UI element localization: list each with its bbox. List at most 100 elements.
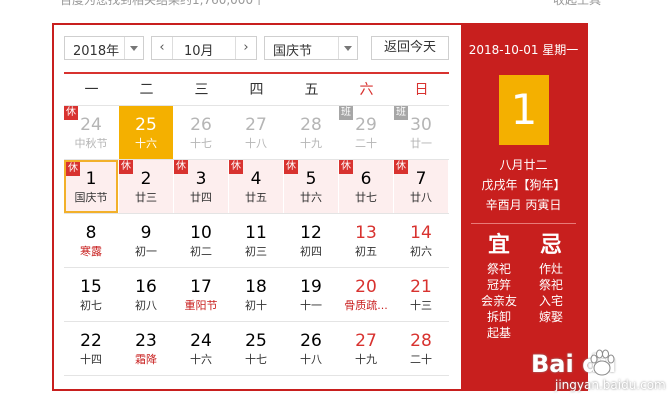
day-number: 10 — [190, 223, 212, 243]
chevron-down-icon — [338, 37, 357, 59]
lunar-label: 国庆节 — [74, 191, 108, 204]
ji-item: 作灶 — [538, 262, 563, 276]
calendar-widget: 2018年 ‹ 10月 › 国庆节 返回今天 一 二 三 四 五 六 日 休 2… — [52, 23, 588, 391]
calendar-day-cell[interactable]: 25 十七 — [229, 322, 283, 375]
calendar-day-cell[interactable]: 17 重阳节 — [174, 268, 228, 321]
month-select-value: 10月 — [184, 44, 214, 59]
calendar-day-cell[interactable]: 19 十一 — [284, 268, 338, 321]
day-number: 14 — [410, 223, 432, 243]
calendar-day-cell[interactable]: 25 十六 — [119, 106, 173, 159]
year-select[interactable]: 2018年 — [64, 36, 144, 60]
chevron-down-icon — [124, 37, 143, 59]
lunar-label: 十七 — [245, 353, 267, 366]
calendar-day-cell[interactable]: 11 初三 — [229, 214, 283, 267]
lunar-label: 霜降 — [135, 353, 157, 366]
result-count-text: 百度为您找到相关结果约1,760,000个 — [60, 0, 266, 7]
calendar-day-cell[interactable]: 20 骨质疏... — [339, 268, 393, 321]
weekday-tue: 二 — [139, 82, 154, 98]
holiday-badge: 休 — [339, 160, 353, 174]
calendar-day-cell[interactable]: 休 1 国庆节 — [64, 160, 118, 213]
lunar-label: 廿一 — [410, 137, 432, 150]
lunar-label: 廿七 — [355, 191, 377, 204]
weekday-thu: 四 — [249, 82, 264, 98]
weekday-wed: 三 — [194, 82, 209, 98]
calendar-day-cell[interactable]: 14 初六 — [394, 214, 448, 267]
back-to-today-button[interactable]: 返回今天 — [371, 36, 449, 60]
yi-item: 会亲友 — [480, 294, 517, 308]
day-number: 27 — [245, 115, 267, 135]
lunar-label: 十六 — [190, 353, 212, 366]
lunar-label: 初二 — [190, 245, 212, 258]
day-number: 16 — [135, 277, 157, 297]
selected-date-label: 2018-10-01 星期一 — [468, 43, 579, 57]
lunar-label: 初八 — [135, 299, 157, 312]
weekday-sat: 六 — [359, 82, 374, 98]
lunar-label: 廿八 — [410, 191, 432, 204]
calendar-day-cell[interactable]: 休 6 廿七 — [339, 160, 393, 213]
yi-title: 宜 — [487, 233, 510, 258]
calendar-day-cell[interactable]: 10 初二 — [174, 214, 228, 267]
day-number: 11 — [245, 223, 267, 243]
calendar-day-cell[interactable]: 16 初八 — [119, 268, 173, 321]
baidu-jingyan-watermark: Bai du jingyan.baidu.com — [527, 349, 666, 392]
calendar-day-cell[interactable]: 28 二十 — [394, 322, 448, 375]
calendar-day-cell[interactable]: 26 十七 — [174, 106, 228, 159]
day-number: 28 — [300, 115, 322, 135]
lunar-label: 中秋节 — [74, 137, 108, 150]
lunar-label: 初一 — [135, 245, 157, 258]
calendar-day-cell[interactable]: 班 29 二十 — [339, 106, 393, 159]
calendar-day-cell[interactable]: 休 4 廿五 — [229, 160, 283, 213]
calendar-day-cell[interactable]: 23 霜降 — [119, 322, 173, 375]
day-number: 15 — [80, 277, 102, 297]
holiday-badge: 休 — [229, 160, 243, 174]
calendar-day-cell[interactable]: 24 十六 — [174, 322, 228, 375]
calendar-main: 2018年 ‹ 10月 › 国庆节 返回今天 一 二 三 四 五 六 日 休 2… — [54, 25, 461, 389]
holiday-badge: 休 — [284, 160, 298, 174]
holiday-select[interactable]: 国庆节 — [264, 36, 358, 60]
big-day-box: 1 — [499, 75, 549, 145]
day-number: 12 — [300, 223, 322, 243]
calendar-day-cell[interactable]: 15 初七 — [64, 268, 118, 321]
calendar-day-cell[interactable]: 27 十八 — [229, 106, 283, 159]
calendar-day-cell[interactable]: 21 十三 — [394, 268, 448, 321]
calendar-day-cell[interactable]: 班 30 廿一 — [394, 106, 448, 159]
calendar-day-cell[interactable]: 27 十九 — [339, 322, 393, 375]
calendar-day-cell[interactable]: 休 2 廿三 — [119, 160, 173, 213]
prev-month-button[interactable]: ‹ — [152, 37, 173, 59]
calendar-day-cell[interactable]: 26 十八 — [284, 322, 338, 375]
lunar-label: 重阳节 — [184, 299, 218, 312]
calendar-day-cell[interactable]: 28 十九 — [284, 106, 338, 159]
day-number: 25 — [245, 331, 267, 351]
day-number: 26 — [190, 115, 212, 135]
calendar-day-cell[interactable]: 18 初十 — [229, 268, 283, 321]
day-number: 13 — [355, 223, 377, 243]
month-select[interactable]: ‹ 10月 › — [151, 36, 257, 60]
yi-item: 拆卸 — [486, 310, 511, 324]
lunar-label: 初十 — [245, 299, 267, 312]
calendar-day-cell[interactable]: 22 十四 — [64, 322, 118, 375]
collapse-tools-link[interactable]: 收起工具 — [553, 0, 601, 8]
calendar-day-cell[interactable]: 9 初一 — [119, 214, 173, 267]
holiday-badge: 休 — [174, 160, 188, 174]
holiday-badge: 休 — [66, 162, 80, 176]
ji-column: 忌 作灶 祭祀 入宅 嫁娶 — [529, 231, 573, 325]
calendar-day-cell[interactable]: 休 3 廿四 — [174, 160, 228, 213]
day-number: 8 — [85, 223, 97, 243]
lunar-label: 十八 — [300, 353, 322, 366]
ji-item: 入宅 — [538, 294, 563, 308]
lunar-label: 寒露 — [80, 245, 102, 258]
ji-title: 忌 — [539, 233, 562, 258]
calendar-day-cell[interactable]: 休 7 廿八 — [394, 160, 448, 213]
calendar-day-cell[interactable]: 休 24 中秋节 — [64, 106, 118, 159]
calendar-day-cell[interactable]: 13 初五 — [339, 214, 393, 267]
yi-column: 宜 祭祀 冠笄 会亲友 拆卸 起基 — [477, 231, 521, 341]
lunar-label: 骨质疏... — [344, 299, 388, 312]
calendar-day-cell[interactable]: 休 5 廿六 — [284, 160, 338, 213]
calendar-day-cell[interactable]: 8 寒露 — [64, 214, 118, 267]
lunar-label: 廿四 — [190, 191, 212, 204]
weekday-sun: 日 — [414, 82, 429, 98]
day-detail-panel: 2018-10-01 星期一 1 八月廿二 戊戌年【狗年】 辛酉月 丙寅日 宜 … — [461, 25, 586, 389]
calendar-day-cell[interactable]: 12 初四 — [284, 214, 338, 267]
next-month-button[interactable]: › — [235, 37, 256, 59]
day-number: 27 — [355, 331, 377, 351]
